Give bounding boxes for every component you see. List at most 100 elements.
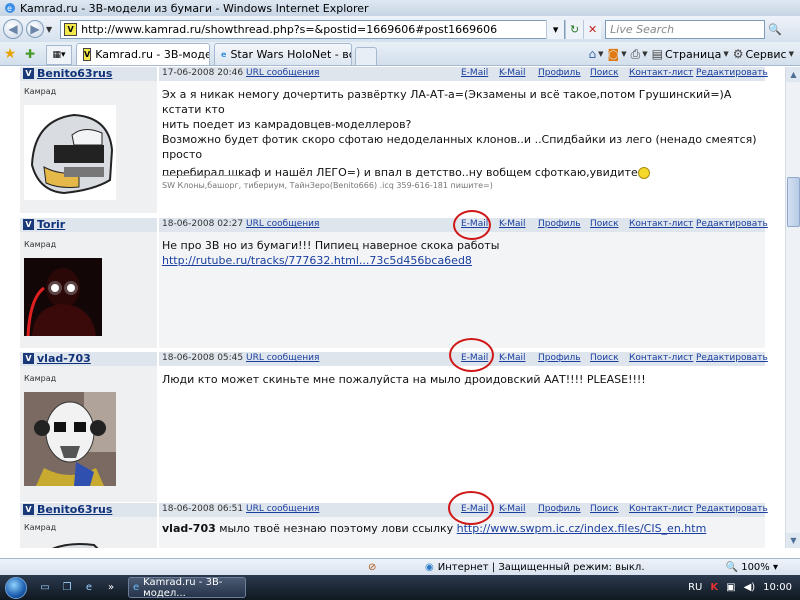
start-button[interactable] xyxy=(0,575,32,600)
annotation-circle xyxy=(448,491,494,525)
globe-icon: ◉ xyxy=(425,561,434,573)
window-title: Kamrad.ru - 3B-модели из бумаги - Window… xyxy=(20,1,369,15)
antivirus-icon[interactable]: K xyxy=(710,582,718,593)
edit-link[interactable]: Редактировать xyxy=(696,68,768,78)
search-link[interactable]: Поиск xyxy=(590,219,619,229)
post-date: 18-06-2008 02:27 xyxy=(162,219,244,229)
taskbar: ▭ ❐ e » e Kamrad.ru - 3B-модел... RU K ▣… xyxy=(0,575,800,600)
ie-quicklaunch-icon[interactable]: e xyxy=(80,580,98,596)
feeds-button[interactable]: ◙ ▼ xyxy=(608,47,627,61)
email-link[interactable]: E-Mail xyxy=(461,68,488,78)
quick-tabs-button[interactable]: ▦▾ xyxy=(46,45,72,65)
svg-text:e: e xyxy=(7,4,12,13)
search-input[interactable]: Live Search xyxy=(605,19,766,39)
rutube-link[interactable]: http://rutube.ru/tracks/777632.html...73… xyxy=(162,254,472,267)
tab-holonet[interactable]: e Star Wars HoloNet - все о ... xyxy=(214,43,352,65)
contacts-link[interactable]: Контакт-лист xyxy=(629,353,693,363)
profile-link[interactable]: Профиль xyxy=(538,68,581,78)
kmail-link[interactable]: K-Mail xyxy=(499,219,526,229)
address-field[interactable]: V http://www.kamrad.ru/showthread.php?s=… xyxy=(60,19,566,39)
tools-menu[interactable]: ⚙ Сервис ▼ xyxy=(733,47,794,61)
forward-button[interactable]: ▶ xyxy=(26,20,44,38)
annotation-circle xyxy=(449,338,494,372)
avatar xyxy=(51,543,99,548)
post-url-link[interactable]: URL сообщения xyxy=(246,68,319,78)
profile-link[interactable]: Профиль xyxy=(538,219,581,229)
page-menu[interactable]: ▤ Страница ▼ xyxy=(652,47,729,61)
profile-link[interactable]: Профиль xyxy=(538,353,581,363)
tab-label: Star Wars HoloNet - все о ... xyxy=(230,48,351,61)
contacts-link[interactable]: Контакт-лист xyxy=(629,219,693,229)
edit-link[interactable]: Редактировать xyxy=(696,504,768,514)
post-username[interactable]: V Torir xyxy=(23,218,65,231)
post-date: 18-06-2008 05:45 xyxy=(162,353,244,363)
address-dropdown-icon[interactable]: ▾ xyxy=(546,19,565,39)
add-favorite-icon[interactable]: ✚ xyxy=(20,43,40,65)
post-username[interactable]: V Benito63rus xyxy=(23,503,112,516)
address-url[interactable]: http://www.kamrad.ru/showthread.php?s=&p… xyxy=(81,23,546,36)
switch-windows-icon[interactable]: ❐ xyxy=(58,580,76,596)
tab-kamrad[interactable]: V Kamrad.ru - 3B-модел... ✕ xyxy=(76,43,210,65)
search-link[interactable]: Поиск xyxy=(590,68,619,78)
scroll-down-icon[interactable]: ▼ xyxy=(786,533,800,548)
edit-link[interactable]: Редактировать xyxy=(696,219,768,229)
post-url-link[interactable]: URL сообщения xyxy=(246,219,319,229)
stop-button[interactable]: ✕ xyxy=(583,19,602,39)
rss-icon: ◙ xyxy=(607,47,620,61)
post-body: Не про 3B но из бумаги!!! Пипиец наверно… xyxy=(162,239,500,267)
contacts-link[interactable]: Контакт-лист xyxy=(629,68,693,78)
scroll-up-icon[interactable]: ▲ xyxy=(786,67,800,82)
favorites-star-icon[interactable]: ★ xyxy=(0,43,20,65)
quoted-username: vlad-703 xyxy=(162,522,216,535)
status-bar: ⊘ ◉ Интернет | Защищенный режим: выкл. 🔍… xyxy=(0,558,800,575)
site-favicon-icon: V xyxy=(83,48,92,61)
post-url-link[interactable]: URL сообщения xyxy=(246,504,319,514)
windows-logo-icon xyxy=(5,576,27,599)
user-rank: Камрад xyxy=(24,240,57,249)
vertical-scrollbar[interactable]: ▲ ▼ xyxy=(785,67,800,548)
post-date: 17-06-2008 20:46 xyxy=(162,68,244,78)
home-button[interactable]: ⌂ ▼ xyxy=(589,47,604,61)
print-button[interactable]: ⎙ ▼ xyxy=(631,47,648,62)
kmail-link[interactable]: K-Mail xyxy=(499,504,526,514)
post-signature: SW Клоны,башорг, тибериум, ТайнЗеро(Beni… xyxy=(162,181,493,190)
language-indicator[interactable]: RU xyxy=(688,582,702,593)
address-toolbar: ◀ ▶ ▼ V http://www.kamrad.ru/showthread.… xyxy=(0,16,800,42)
search-link[interactable]: Поиск xyxy=(590,504,619,514)
scroll-thumb[interactable] xyxy=(787,177,800,227)
edit-link[interactable]: Редактировать xyxy=(696,353,768,363)
site-favicon-icon: V xyxy=(64,22,78,36)
post-body: vlad-703 мыло твоё незнаю поэтому лови с… xyxy=(162,522,707,535)
printer-icon: ⎙ xyxy=(630,46,641,61)
user-icon: V xyxy=(23,219,34,230)
search-icon[interactable]: 🔍 xyxy=(765,20,785,39)
contacts-link[interactable]: Контакт-лист xyxy=(629,504,693,514)
avatar xyxy=(24,258,102,336)
back-button[interactable]: ◀ xyxy=(3,19,23,39)
zoom-level[interactable]: 🔍 100% ▾ xyxy=(726,562,778,573)
kmail-link[interactable]: K-Mail xyxy=(499,353,526,363)
post-username[interactable]: Vvlad-703 xyxy=(23,352,91,365)
post-username[interactable]: V Benito63rus xyxy=(23,67,112,80)
quicklaunch-more-icon[interactable]: » xyxy=(102,580,120,596)
show-desktop-icon[interactable]: ▭ xyxy=(36,580,54,596)
zoom-icon: 🔍 xyxy=(725,561,739,573)
search-link[interactable]: Поиск xyxy=(590,353,619,363)
user-rank: Камрад xyxy=(24,374,57,383)
clock[interactable]: 10:00 xyxy=(763,582,792,593)
new-tab-button[interactable] xyxy=(355,47,377,65)
search-placeholder: Live Search xyxy=(610,22,675,36)
refresh-button[interactable]: ↻ xyxy=(565,19,584,39)
security-zone[interactable]: ◉ Интернет | Защищенный режим: выкл. xyxy=(425,562,645,573)
user-icon: V xyxy=(23,68,34,79)
network-icon[interactable]: ▣ xyxy=(726,582,735,593)
profile-link[interactable]: Профиль xyxy=(538,504,581,514)
post-url-link[interactable]: URL сообщения xyxy=(246,353,319,363)
post-body: Эх а я никак немогу дочертить развёртку … xyxy=(162,88,757,179)
volume-icon[interactable]: ◀) xyxy=(744,582,756,593)
history-dropdown-icon[interactable]: ▼ xyxy=(46,25,52,34)
swpm-link[interactable]: http://www.swpm.ic.cz/index.files/CIS_en… xyxy=(457,522,707,535)
taskbar-ie-window[interactable]: e Kamrad.ru - 3B-модел... xyxy=(128,577,246,599)
kmail-link[interactable]: K-Mail xyxy=(499,68,526,78)
security-icon: ⊘ xyxy=(368,561,377,573)
